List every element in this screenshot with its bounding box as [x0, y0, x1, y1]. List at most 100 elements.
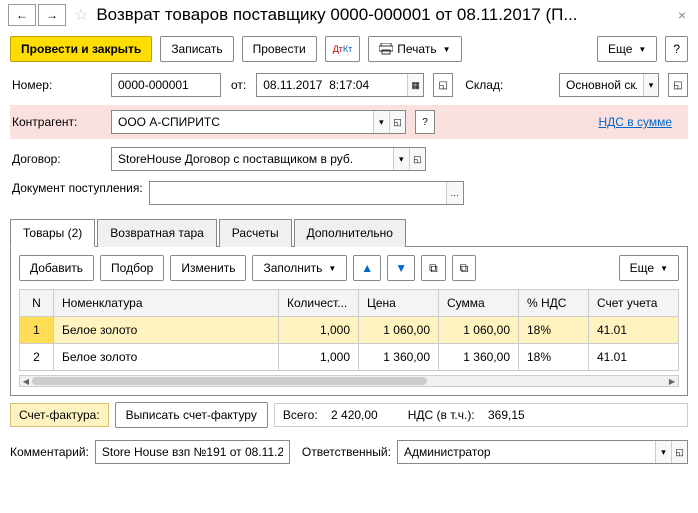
- responsible-input[interactable]: [398, 445, 655, 459]
- receipt-doc-label: Документ поступления:: [10, 181, 143, 195]
- move-up-button[interactable]: ▲: [353, 255, 381, 281]
- col-qty[interactable]: Количест...: [279, 290, 359, 317]
- counterparty-dropdown[interactable]: ▾: [373, 111, 389, 133]
- help-button[interactable]: ?: [665, 36, 688, 62]
- goods-table: N Номенклатура Количест... Цена Сумма % …: [19, 289, 679, 371]
- receipt-doc-input[interactable]: [150, 186, 446, 200]
- print-label: Печать: [397, 42, 436, 56]
- arrow-up-icon: ▲: [361, 261, 373, 275]
- chevron-down-icon: ▼: [328, 264, 336, 273]
- col-account[interactable]: Счет учета: [589, 290, 679, 317]
- col-nomenclature[interactable]: Номенклатура: [54, 290, 279, 317]
- calendar-button[interactable]: ▦: [407, 74, 423, 96]
- counterparty-label: Контрагент:: [10, 115, 105, 129]
- arrow-down-icon: ▼: [395, 261, 407, 275]
- contract-label: Договор:: [10, 152, 105, 166]
- tab-tare[interactable]: Возвратная тара: [97, 219, 217, 247]
- table-row[interactable]: 2 Белое золото 1,000 1 360,00 1 360,00 1…: [20, 344, 679, 371]
- chevron-down-icon: ▾: [379, 117, 384, 128]
- totals-panel: Всего: 2 420,00 НДС (в т.ч.): 369,15: [274, 403, 688, 427]
- col-price[interactable]: Цена: [359, 290, 439, 317]
- warehouse-open-button[interactable]: ◱: [668, 73, 688, 97]
- counterparty-open[interactable]: ◱: [389, 111, 405, 133]
- comment-label: Комментарий:: [10, 445, 89, 459]
- scroll-thumb[interactable]: [32, 377, 427, 385]
- print-button[interactable]: Печать ▼: [368, 36, 461, 62]
- open-icon: ◱: [673, 80, 682, 91]
- dtct-icon: ДтКт: [333, 44, 353, 54]
- date-open-button[interactable]: ◱: [433, 73, 453, 97]
- favorite-star-icon[interactable]: ☆: [74, 5, 88, 25]
- vat-value: 369,15: [488, 408, 525, 422]
- page-title: Возврат товаров поставщику 0000-000001 о…: [96, 5, 577, 25]
- contract-dropdown[interactable]: ▾: [393, 148, 409, 170]
- write-button[interactable]: Записать: [160, 36, 233, 62]
- arrow-right-icon: →: [46, 8, 58, 22]
- tab-goods[interactable]: Товары (2): [10, 219, 95, 247]
- more-button[interactable]: Еще ▼: [597, 36, 657, 62]
- chevron-down-icon: ▾: [399, 154, 404, 165]
- ellipsis-icon: …: [450, 188, 459, 198]
- comment-input[interactable]: [96, 445, 289, 459]
- counterparty-input[interactable]: [112, 115, 373, 129]
- more-label: Еще: [608, 42, 632, 56]
- open-icon: ◱: [675, 447, 684, 458]
- create-invoice-button[interactable]: Выписать счет-фактуру: [115, 402, 268, 428]
- fill-label: Заполнить: [263, 261, 322, 275]
- calendar-icon: ▦: [411, 80, 420, 91]
- post-button[interactable]: Провести: [242, 36, 317, 62]
- contract-input[interactable]: [112, 152, 393, 166]
- table-more-label: Еще: [630, 261, 654, 275]
- table-more-button[interactable]: Еще ▼: [619, 255, 679, 281]
- paste-icon: ⧉: [460, 261, 469, 276]
- move-down-button[interactable]: ▼: [387, 255, 415, 281]
- total-label: Всего:: [283, 408, 318, 422]
- responsible-open[interactable]: ◱: [671, 441, 687, 463]
- col-vat[interactable]: % НДС: [519, 290, 589, 317]
- arrow-left-icon: ←: [16, 8, 28, 22]
- paste-button[interactable]: ⧉: [452, 255, 477, 281]
- warehouse-input[interactable]: [560, 78, 643, 92]
- open-icon: ◱: [393, 117, 402, 128]
- change-button[interactable]: Изменить: [170, 255, 246, 281]
- warehouse-dropdown[interactable]: ▾: [643, 74, 658, 96]
- scroll-left-icon: ◀: [20, 376, 32, 386]
- number-input[interactable]: [112, 78, 220, 92]
- h-scrollbar[interactable]: ◀ ▶: [19, 375, 679, 387]
- post-and-close-button[interactable]: Провести и закрыть: [10, 36, 152, 62]
- chevron-down-icon: ▼: [638, 45, 646, 54]
- nav-fwd-button[interactable]: →: [38, 4, 66, 26]
- pick-button[interactable]: Подбор: [100, 255, 164, 281]
- chevron-down-icon: ▼: [660, 264, 668, 273]
- col-n[interactable]: N: [20, 290, 54, 317]
- vat-mode-link[interactable]: НДС в сумме: [598, 115, 672, 129]
- contract-open[interactable]: ◱: [409, 148, 425, 170]
- warehouse-label: Склад:: [465, 78, 503, 92]
- fill-button[interactable]: Заполнить ▼: [252, 255, 347, 281]
- open-icon: ◱: [413, 154, 422, 165]
- add-row-button[interactable]: Добавить: [19, 255, 94, 281]
- tab-extra[interactable]: Дополнительно: [294, 219, 406, 247]
- col-sum[interactable]: Сумма: [439, 290, 519, 317]
- nav-back-button[interactable]: ←: [8, 4, 36, 26]
- close-button[interactable]: ×: [674, 7, 690, 23]
- vat-label: НДС (в т.ч.):: [408, 408, 475, 422]
- table-row[interactable]: 1 Белое золото 1,000 1 060,00 1 060,00 1…: [20, 317, 679, 344]
- open-icon: ◱: [439, 80, 448, 91]
- invoice-label: Счет-фактура:: [10, 403, 109, 427]
- responsible-label: Ответственный:: [302, 445, 391, 459]
- copy-button[interactable]: ⧉: [421, 255, 446, 281]
- counterparty-help-button[interactable]: ?: [415, 110, 435, 134]
- chevron-down-icon: ▾: [649, 80, 654, 91]
- date-input[interactable]: [257, 78, 407, 92]
- copy-icon: ⧉: [429, 261, 438, 276]
- printer-icon: [379, 43, 393, 55]
- chevron-down-icon: ▾: [661, 447, 666, 458]
- receipt-doc-select[interactable]: …: [446, 182, 463, 204]
- number-label: Номер:: [10, 78, 105, 92]
- tab-calc[interactable]: Расчеты: [219, 219, 292, 247]
- chevron-down-icon: ▼: [443, 45, 451, 54]
- total-value: 2 420,00: [331, 408, 378, 422]
- dtct-button[interactable]: ДтКт: [325, 36, 361, 62]
- responsible-dropdown[interactable]: ▾: [655, 441, 671, 463]
